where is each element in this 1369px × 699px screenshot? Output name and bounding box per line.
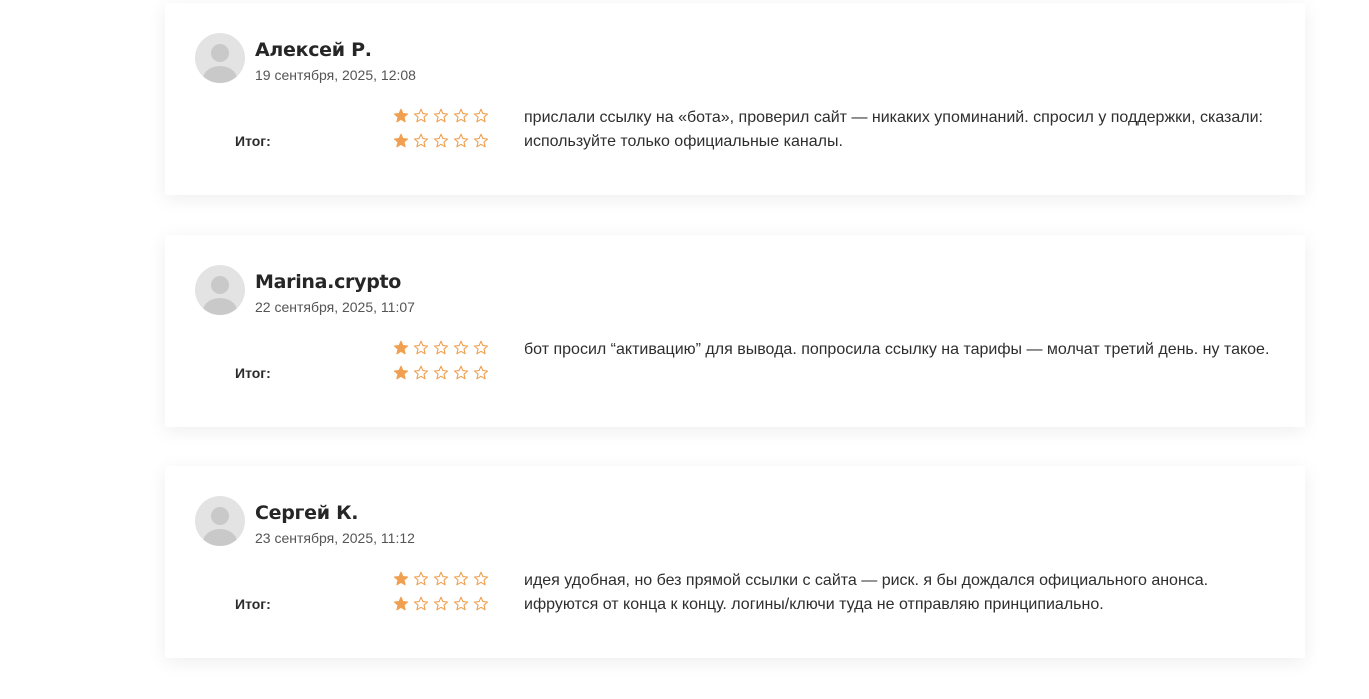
star-filled-icon <box>393 571 409 586</box>
star-rating-total <box>393 596 489 612</box>
star-rating-total <box>393 133 489 149</box>
review-text: прислали ссылку на «бота», проверил сайт… <box>524 109 1263 150</box>
star-filled-icon <box>393 365 409 380</box>
star-rating <box>393 108 489 124</box>
star-empty-icon <box>413 340 429 355</box>
star-empty-icon <box>433 571 449 586</box>
star-rating <box>393 571 489 587</box>
review-date: 23 сентября, 2025, 11:12 <box>255 530 415 546</box>
review-author: Сергей К. <box>255 502 359 524</box>
avatar-icon <box>195 496 245 546</box>
star-empty-icon <box>413 133 429 148</box>
star-empty-icon <box>433 133 449 148</box>
star-empty-icon <box>413 571 429 586</box>
star-empty-icon <box>413 108 429 123</box>
star-filled-icon <box>393 340 409 355</box>
review-card: Marina.crypto 22 сентября, 2025, 11:07 И… <box>165 235 1305 427</box>
review-author: Marina.crypto <box>255 271 402 293</box>
star-filled-icon <box>393 108 409 123</box>
star-empty-icon <box>473 108 489 123</box>
star-empty-icon <box>473 571 489 586</box>
avatar-icon <box>195 33 245 83</box>
total-label: Итог: <box>235 133 271 149</box>
star-empty-icon <box>453 571 469 586</box>
star-empty-icon <box>433 108 449 123</box>
star-empty-icon <box>413 596 429 611</box>
review-card: Алексей Р. 19 сентября, 2025, 12:08 Итог… <box>165 3 1305 195</box>
star-filled-icon <box>393 133 409 148</box>
star-empty-icon <box>453 133 469 148</box>
avatar-icon <box>195 265 245 315</box>
star-rating-total <box>393 365 489 381</box>
star-empty-icon <box>453 340 469 355</box>
star-rating <box>393 340 489 356</box>
total-label: Итог: <box>235 596 271 612</box>
review-text: идея удобная, но без прямой ссылки с сай… <box>524 572 1209 613</box>
review-date: 19 сентября, 2025, 12:08 <box>255 67 416 83</box>
star-empty-icon <box>473 340 489 355</box>
star-empty-icon <box>473 133 489 148</box>
star-empty-icon <box>433 340 449 355</box>
star-empty-icon <box>473 365 489 380</box>
star-empty-icon <box>453 596 469 611</box>
total-label: Итог: <box>235 365 271 381</box>
review-text: бот просил “активацию” для вывода. попро… <box>524 341 1270 358</box>
star-empty-icon <box>473 596 489 611</box>
review-date: 22 сентября, 2025, 11:07 <box>255 299 415 315</box>
review-card: Сергей К. 23 сентября, 2025, 11:12 Итог:… <box>165 466 1305 658</box>
star-filled-icon <box>393 596 409 611</box>
star-empty-icon <box>433 365 449 380</box>
star-empty-icon <box>453 108 469 123</box>
star-empty-icon <box>453 365 469 380</box>
star-empty-icon <box>433 596 449 611</box>
review-author: Алексей Р. <box>255 39 372 61</box>
star-empty-icon <box>413 365 429 380</box>
